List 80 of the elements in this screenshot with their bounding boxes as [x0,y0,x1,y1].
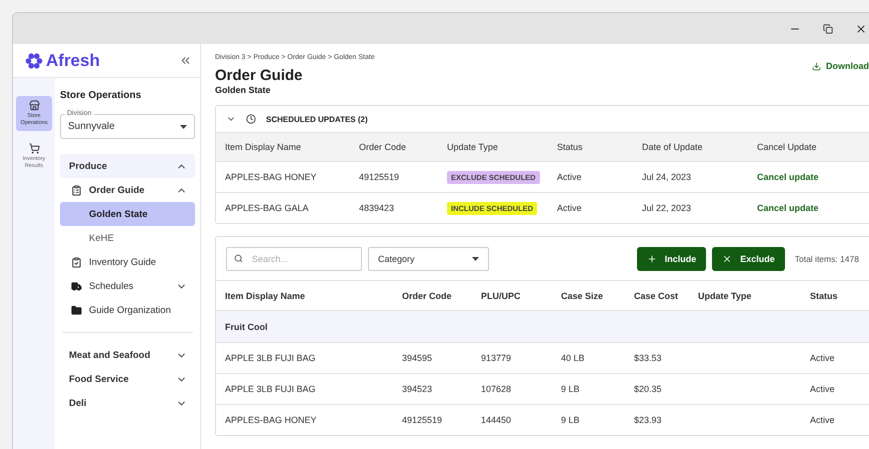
column-header: Case Cost [634,290,680,300]
nav-item[interactable]: Guide Organization [60,298,195,322]
clipboard-check-icon [71,256,82,268]
close-icon [722,254,732,264]
table-cell-text: 40 LB [561,353,586,363]
table-cell-text: 49125519 [402,415,444,425]
logo-icon [25,52,43,70]
logo: Afresh [25,50,100,70]
column-header: Order Code [359,142,408,152]
column-header: Order Code [402,290,453,300]
category-select[interactable]: Category [368,246,489,270]
nav-subitem[interactable]: Golden State [60,202,195,226]
column-header: Item Display Name [225,290,306,300]
download-link[interactable]: Download [812,61,869,71]
table-cell-text: Active [810,384,836,394]
exclude-button[interactable]: Exclude [712,246,785,270]
group-row-label: Fruit Cool [225,322,268,332]
column-header: Update Type [698,290,752,300]
table-cell-text: APPLE 3LB FUJI BAG [225,353,317,363]
truck-icon [71,280,82,292]
column-header: PLU/UPC [481,290,522,300]
section-title: Store Operations [60,90,142,101]
table-cell-text: APPLE 3LB FUJI BAG [225,384,317,394]
folder-icon [71,304,82,316]
table-cell-text: Jul 24, 2023 [642,172,692,182]
table-cell-text: 9 LB [561,384,581,394]
table-cell-text: $23.93 [634,415,663,425]
nav-group[interactable]: Deli [60,391,195,415]
table-cell-text: APPLES-BAG HONEY [225,172,318,182]
table-cell-text: Active [810,415,836,425]
cancel-update-link[interactable]: Cancel update [757,203,869,213]
table-cell-text: 913779 [481,353,512,363]
search-icon [234,254,243,262]
table-cell-text: 144450 [481,415,512,425]
caret-icon [472,256,479,260]
nav-group[interactable]: Meat and Seafood [60,343,195,367]
store-icon [28,100,40,111]
total-items: Total items: 1478 [794,254,859,264]
table-cell-text: Jul 22, 2023 [642,203,692,213]
nav-group[interactable]: Food Service [60,367,195,391]
page-title: Order Guide [215,67,303,84]
column-header: Cancel Update [757,142,818,152]
caret-icon [180,124,187,128]
nav-item[interactable]: Schedules [60,274,195,298]
column-header: Date of Update [642,142,704,152]
plus-icon [646,254,657,264]
table-cell-text: $20.35 [634,384,663,394]
page-subtitle: Golden State [215,85,272,95]
nav-subitem[interactable]: KeHE [60,226,195,250]
table-cell-text: Active [557,203,583,213]
table-cell-text: $33.53 [634,353,663,363]
clock-icon [246,114,256,124]
table-cell-text: 9 LB [561,415,581,425]
table-cell-text: 49125519 [359,172,400,182]
close-icon[interactable] [855,22,867,34]
table-cell-text: Active [557,172,583,182]
table-cell-text: Active [810,353,836,363]
table-cell-text: 394523 [402,384,434,394]
restore-icon[interactable] [823,24,833,34]
table-cell-text: 394595 [402,353,434,363]
search-field[interactable]: Search... [226,246,362,270]
cart-icon [28,143,40,154]
column-header: Case Size [561,290,604,300]
nav-item[interactable]: Inventory Guide [60,250,195,274]
table-cell-text: APPLES-BAG GALA [225,203,310,213]
clipboard-icon [71,184,82,196]
nav-item[interactable]: Order Guide [60,178,195,202]
column-header: Item Display Name [225,142,302,152]
scheduled-updates-title: SCHEDULED UPDATES (2) [266,114,368,124]
nav-group[interactable]: Produce [60,154,195,178]
download-icon [812,62,821,70]
table-cell-text: 4839423 [359,203,396,213]
column-header: Status [557,142,584,152]
column-header: Status [810,290,839,300]
collapse-icon[interactable] [179,54,192,67]
column-header: Update Type [447,142,499,152]
include-button[interactable]: Include [636,246,706,270]
table-cell-text: 107628 [481,384,512,394]
table-cell-text: APPLES-BAG HONEY [225,415,318,425]
cancel-update-link[interactable]: Cancel update [757,172,869,182]
